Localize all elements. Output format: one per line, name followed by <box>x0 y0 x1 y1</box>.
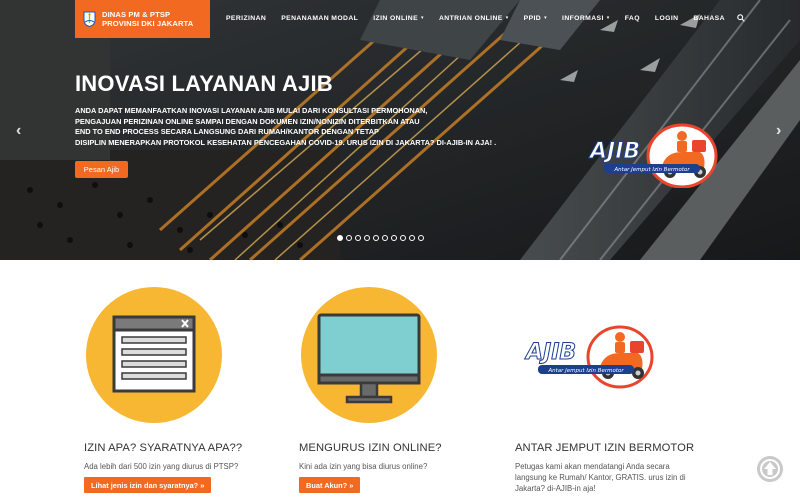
arrow-up-icon <box>760 459 780 479</box>
feature-desc-line: langsung ke Rumah/ Kantor, GRATIS. urus … <box>515 473 686 482</box>
hero-desc-line: ANDA DAPAT MEMANFAATKAN INOVASI LAYANAN … <box>75 106 428 115</box>
chevron-down-icon: ▾ <box>606 15 610 21</box>
carousel-dot[interactable] <box>400 235 406 241</box>
nav-item-perizinan[interactable]: PERIZINAN <box>226 15 266 22</box>
carousel-dot[interactable] <box>346 235 352 241</box>
ajib-logo-text: AJIB <box>588 139 640 164</box>
nav-label: BAHASA <box>693 14 725 22</box>
browser-window-icon <box>86 287 222 423</box>
feature-desc-line: Jakarta? di-AJIB-in aja! <box>515 484 596 493</box>
feature-title: ANTAR JEMPUT IZIN BERMOTOR <box>515 442 695 454</box>
feature-description: Ada lebih dari 500 izin yang diurus di P… <box>84 462 239 471</box>
nav-item-informasi[interactable]: INFORMASI ▾ <box>562 15 610 22</box>
jakarta-emblem-icon <box>83 11 96 27</box>
chevron-down-icon: ▾ <box>421 15 424 21</box>
carousel-indicators <box>337 235 427 241</box>
hero-desc-line: PENGAJUAN PERIZINAN ONLINE SAMPAI DENGAN… <box>75 116 420 126</box>
feature-mengurus-izin-online: MENGURUS IZIN ONLINE? Kini ada izin yang… <box>299 285 519 493</box>
hero-carousel: DINAS PM & PTSP PROVINSI DKI JAKARTA PER… <box>0 0 800 260</box>
brand-logo[interactable]: DINAS PM & PTSP PROVINSI DKI JAKARTA <box>75 0 210 38</box>
nav-item-login[interactable]: LOGIN <box>655 15 679 22</box>
nav-label: INFORMASI <box>562 14 604 22</box>
nav-item-antrian-online[interactable]: ANTRIAN ONLINE ▾ <box>439 15 509 22</box>
lihat-jenis-izin-button[interactable]: Lihat jenis izin dan syaratnya? » <box>84 477 212 493</box>
feature-description: Petugas kami akan mendatangi Anda secara… <box>515 461 686 494</box>
feature-izin-apa: IZIN APA? SYARATNYA APA?? Ada lebih dari… <box>84 285 304 493</box>
nav-item-izin-online[interactable]: IZIN ONLINE ▾ <box>373 15 424 22</box>
nav-item-bahasa[interactable]: BAHASA <box>693 15 724 22</box>
feature-description: Kini ada izin yang bisa diurus online? <box>299 462 428 471</box>
nav-label: PPID <box>523 14 542 22</box>
carousel-dot[interactable] <box>409 235 415 241</box>
nav-label: LOGIN <box>654 14 679 22</box>
ajib-logo: AJIB Antar Jemput Izin Bermotor <box>524 325 654 389</box>
carousel-dot[interactable] <box>337 235 343 241</box>
brand-line1: DINAS PM & PTSP <box>102 9 171 19</box>
carousel-dot[interactable] <box>382 235 388 241</box>
hero-desc-line: DISIPLIN MENERAPKAN PROTOKOL KESEHATAN P… <box>75 137 497 147</box>
ajib-logo-tagline: Antar Jemput Izin Bermotor <box>613 167 690 173</box>
carousel-dot[interactable] <box>364 235 370 241</box>
feature-desc-line: Petugas kami akan mendatangi Anda secara <box>515 462 670 471</box>
carousel-next-arrow[interactable]: › <box>776 122 781 140</box>
nav-label: ANTRIAN ONLINE <box>438 14 503 22</box>
chevron-down-icon: ▾ <box>544 15 548 21</box>
nav-item-ppid[interactable]: PPID ▾ <box>524 15 547 22</box>
ajib-logo-tagline: Antar Jemput Izin Bermotor <box>547 368 624 374</box>
nav-label: FAQ <box>624 14 640 22</box>
monitor-icon <box>301 287 437 423</box>
carousel-dot[interactable] <box>418 235 424 241</box>
scroll-to-top-button[interactable] <box>757 456 783 482</box>
buat-akun-button[interactable]: Buat Akun? » <box>299 477 361 493</box>
main-nav: PERIZINAN PENANAMAN MODAL IZIN ONLINE ▾ A… <box>226 14 745 22</box>
ajib-logo-text: AJIB <box>524 340 576 365</box>
carousel-dot[interactable] <box>373 235 379 241</box>
nav-label: PERIZINAN <box>226 14 267 22</box>
carousel-prev-arrow[interactable]: ‹ <box>16 122 21 140</box>
brand-name: DINAS PM & PTSP PROVINSI DKI JAKARTA <box>102 10 193 29</box>
feature-title: IZIN APA? SYARATNYA APA?? <box>84 442 243 454</box>
search-icon[interactable] <box>737 14 745 22</box>
nav-item-penanaman-modal[interactable]: PENANAMAN MODAL <box>281 15 358 22</box>
carousel-dot[interactable] <box>391 235 397 241</box>
hero-title: INOVASI LAYANAN AJIB <box>75 71 333 96</box>
nav-label: PENANAMAN MODAL <box>281 14 359 22</box>
hero-description: ANDA DAPAT MEMANFAATKAN INOVASI LAYANAN … <box>75 106 497 148</box>
hero-desc-line: END TO END PROCESS SECARA LANGSUNG DARI … <box>75 127 379 137</box>
carousel-dot[interactable] <box>355 235 361 241</box>
ajib-logo-hero: AJIB Antar Jemput Izin Bermotor <box>588 123 718 188</box>
pesan-ajib-button[interactable]: Pesan Ajib <box>75 161 128 178</box>
chevron-down-icon: ▾ <box>505 15 509 21</box>
nav-label: IZIN ONLINE <box>373 14 419 22</box>
feature-title: MENGURUS IZIN ONLINE? <box>299 442 442 454</box>
nav-item-faq[interactable]: FAQ <box>625 15 640 22</box>
brand-line2: PROVINSI DKI JAKARTA <box>102 19 194 28</box>
